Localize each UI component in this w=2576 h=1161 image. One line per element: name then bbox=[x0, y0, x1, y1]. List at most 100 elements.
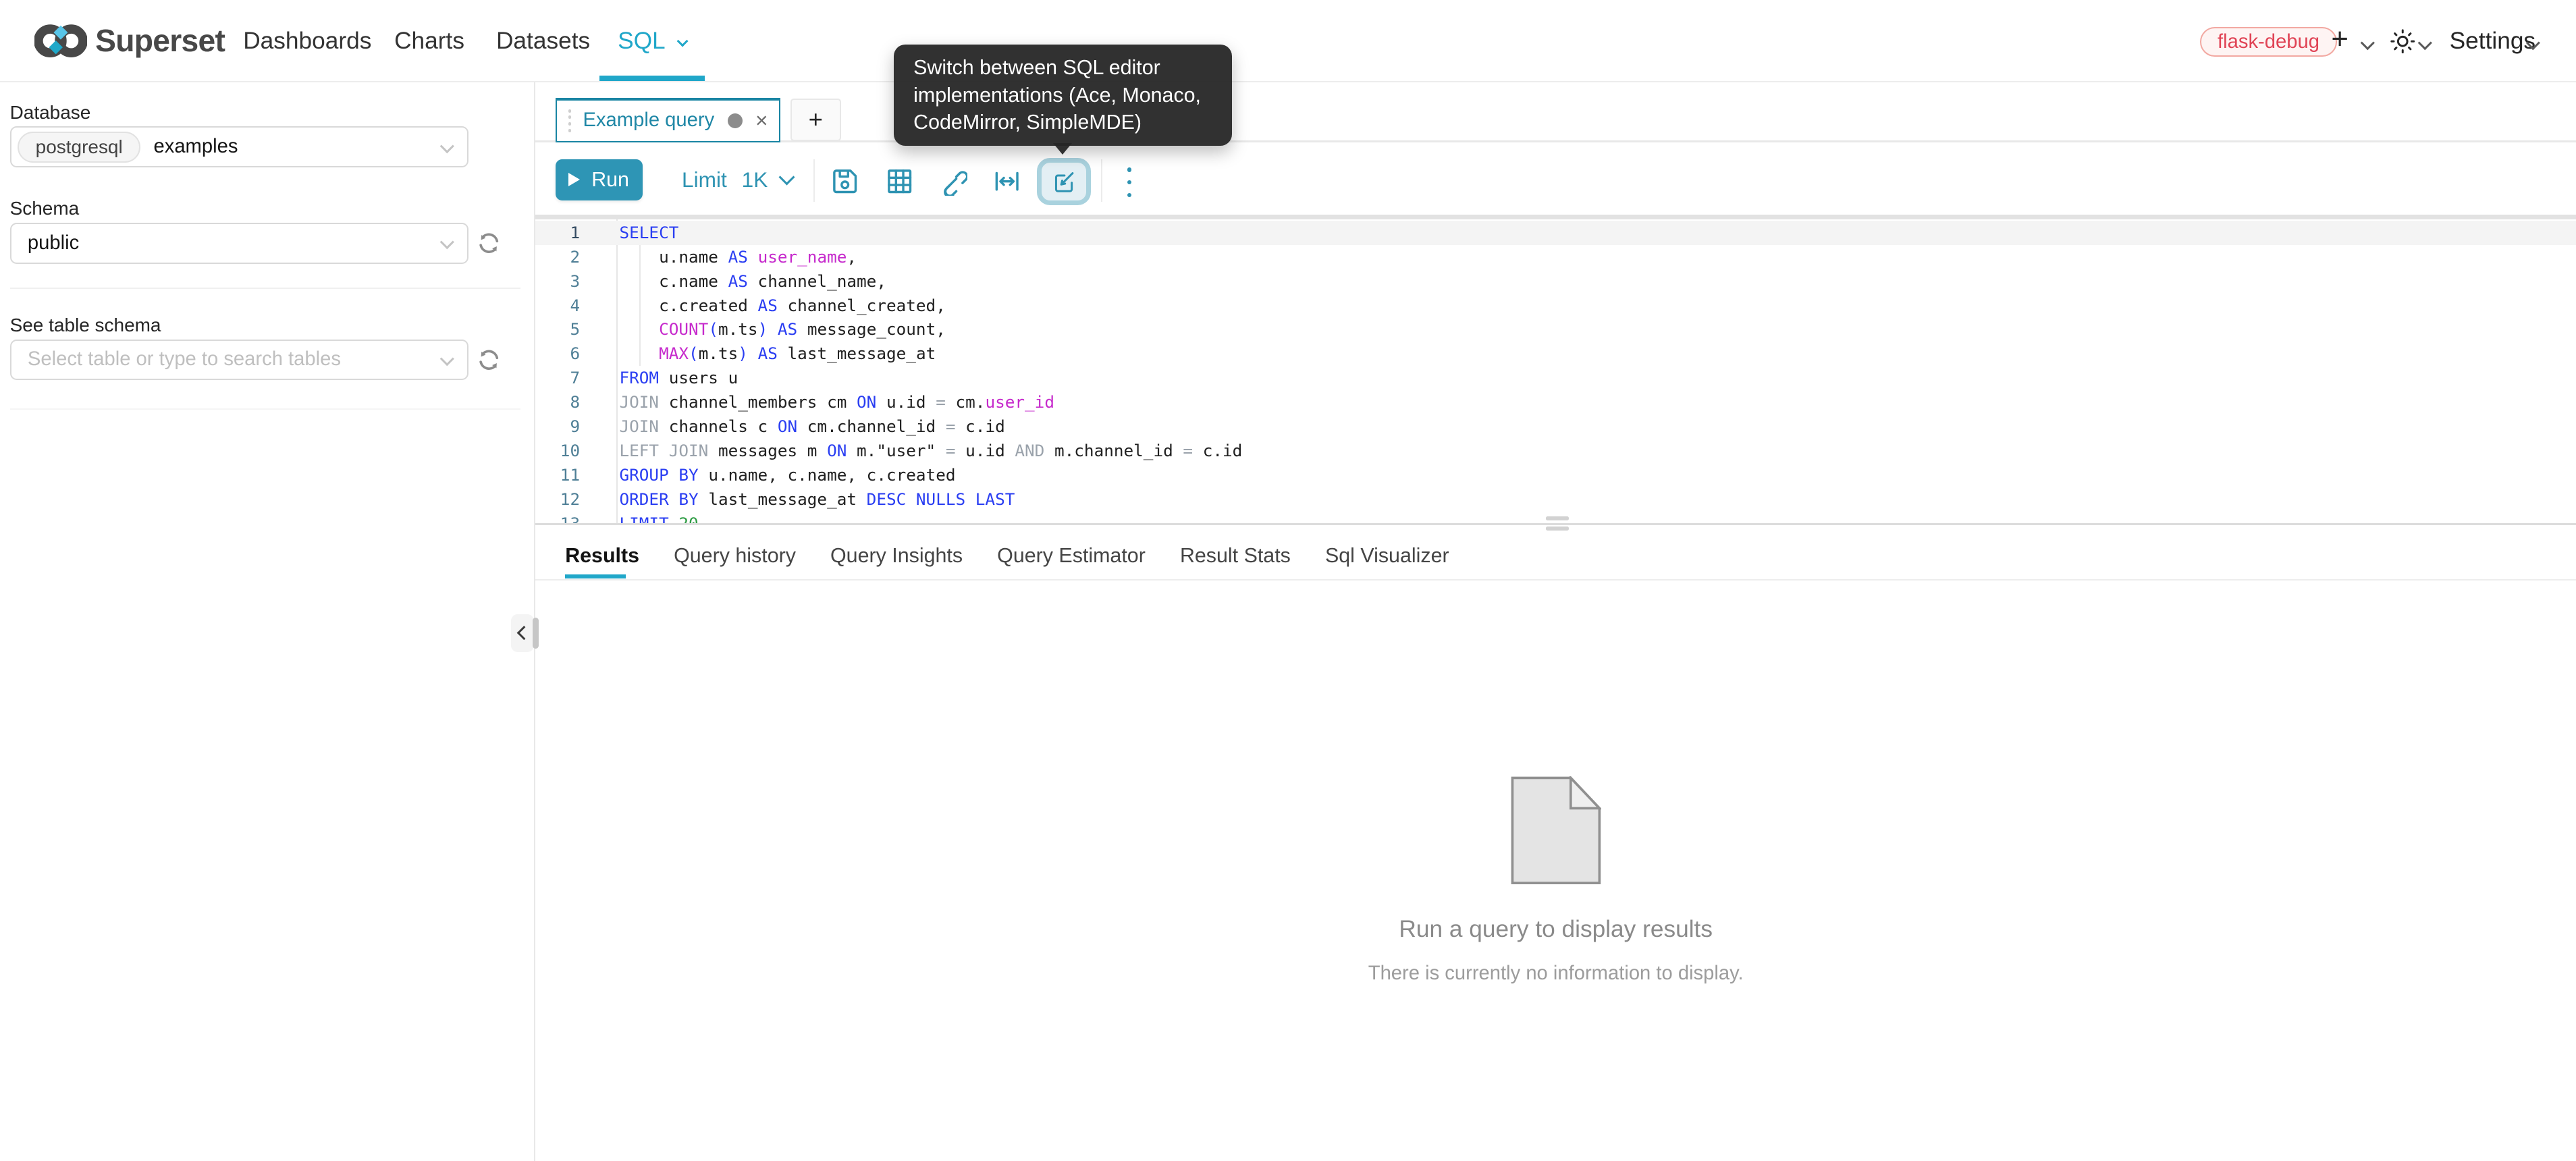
active-results-tab-underline bbox=[565, 574, 626, 578]
save-icon[interactable] bbox=[831, 167, 859, 195]
line-number: 10 bbox=[535, 439, 616, 463]
line-number: 9 bbox=[535, 414, 616, 439]
editor-top-border bbox=[535, 215, 2576, 219]
new-item-button[interactable]: + bbox=[2331, 0, 2349, 82]
schema-value: public bbox=[28, 232, 79, 254]
row-limit-dropdown[interactable]: Limit 1K bbox=[682, 159, 793, 200]
more-icon[interactable] bbox=[1122, 167, 1137, 197]
code-line-10[interactable]: 10LEFT JOIN messages m ON m."user" = u.i… bbox=[535, 439, 2576, 463]
drag-grip-icon[interactable] bbox=[568, 109, 572, 132]
results-tab-sql-visualizer[interactable]: Sql Visualizer bbox=[1325, 543, 1449, 569]
split-drag-handle[interactable] bbox=[1546, 516, 1569, 520]
chevron-down-icon[interactable] bbox=[2361, 36, 2375, 50]
code-text: JOIN channel_members cm ON u.id = cm.use… bbox=[616, 390, 1054, 414]
code-line-11[interactable]: 11GROUP BY u.name, c.name, c.created bbox=[535, 463, 2576, 487]
environment-badge: flask-debug bbox=[2200, 27, 2338, 57]
line-number: 13 bbox=[535, 512, 616, 524]
empty-state-title: Run a query to display results bbox=[535, 916, 2576, 943]
database-label: Database bbox=[10, 102, 91, 124]
nav-item-dashboards[interactable]: Dashboards bbox=[243, 0, 371, 82]
sun-icon[interactable] bbox=[2390, 29, 2415, 54]
sql-lab-page: Superset Dashboards Charts Datasets SQL fla… bbox=[0, 0, 2576, 1161]
refresh-icon[interactable] bbox=[477, 348, 502, 373]
tab-title: Example query bbox=[583, 109, 715, 132]
tabstrip-border bbox=[535, 140, 2576, 142]
navbar: Superset Dashboards Charts Datasets SQL fla… bbox=[0, 0, 2576, 82]
results-tab-result-stats[interactable]: Result Stats bbox=[1180, 543, 1291, 569]
chevron-down-icon[interactable] bbox=[2418, 36, 2432, 50]
chevron-down-icon bbox=[677, 35, 689, 47]
code-line-12[interactable]: 12ORDER BY last_message_at DESC NULLS LA… bbox=[535, 487, 2576, 512]
line-number: 11 bbox=[535, 463, 616, 487]
code-line-8[interactable]: 8JOIN channel_members cm ON u.id = cm.us… bbox=[535, 390, 2576, 414]
format-sql-icon[interactable] bbox=[993, 167, 1021, 195]
line-number: 12 bbox=[535, 487, 616, 512]
indent-guide bbox=[639, 245, 641, 367]
switch-editor-button[interactable] bbox=[1037, 158, 1091, 206]
results-tab-query-history[interactable]: Query history bbox=[674, 543, 796, 569]
active-nav-underline bbox=[599, 76, 705, 80]
chevron-down-icon bbox=[440, 235, 454, 249]
code-text: LIMIT 20 bbox=[616, 512, 699, 524]
results-tab-bar: Results Query history Query Insights Query … bbox=[565, 543, 1449, 569]
code-line-3[interactable]: 3 c.name AS channel_name, bbox=[535, 269, 2576, 294]
chevron-left-icon bbox=[517, 626, 531, 640]
row-limit-value: 1K bbox=[742, 167, 768, 192]
tooltip-arrow bbox=[1053, 143, 1072, 155]
nav-item-sql[interactable]: SQL bbox=[618, 0, 687, 82]
run-query-button[interactable]: Run bbox=[556, 159, 643, 200]
line-number: 5 bbox=[535, 317, 616, 342]
code-line-7[interactable]: 7FROM users u bbox=[535, 366, 2576, 390]
split-divider bbox=[535, 523, 2576, 524]
line-number: 2 bbox=[535, 245, 616, 269]
copy-link-icon[interactable] bbox=[940, 167, 967, 195]
edit-icon bbox=[1052, 169, 1077, 194]
code-line-2[interactable]: 2 u.name AS user_name, bbox=[535, 245, 2576, 269]
divider bbox=[10, 408, 521, 410]
database-type-badge: postgresql bbox=[18, 132, 140, 163]
code-text: COUNT(m.ts) AS message_count, bbox=[616, 317, 946, 342]
database-name: examples bbox=[154, 136, 238, 158]
code-text: ORDER BY last_message_at DESC NULLS LAST bbox=[616, 487, 1015, 512]
empty-state-subtitle: There is currently no information to dis… bbox=[535, 963, 2576, 985]
results-tab-query-estimator[interactable]: Query Estimator bbox=[997, 543, 1146, 569]
split-drag-handle[interactable] bbox=[1546, 526, 1569, 531]
panel-resize-handle[interactable] bbox=[533, 618, 539, 649]
editor-tab-example-query[interactable]: Example query × bbox=[556, 98, 780, 142]
code-line-5[interactable]: 5 COUNT(m.ts) AS message_count, bbox=[535, 317, 2576, 342]
tooltip: Switch between SQL editor implementation… bbox=[894, 45, 1232, 146]
sql-code-editor[interactable]: 1SELECT2 u.name AS user_name,3 c.name AS… bbox=[535, 219, 2576, 523]
nav-item-charts[interactable]: Charts bbox=[394, 0, 464, 82]
settings-menu[interactable]: Settings bbox=[2450, 0, 2535, 82]
brand-name: Superset bbox=[95, 0, 225, 82]
refresh-icon[interactable] bbox=[477, 231, 502, 256]
table-select[interactable]: Select table or type to search tables bbox=[10, 340, 468, 381]
schema-select[interactable]: public bbox=[10, 223, 468, 264]
results-tab-results[interactable]: Results bbox=[565, 543, 639, 569]
results-empty-state: Run a query to display results There is … bbox=[535, 580, 2576, 1161]
line-number: 1 bbox=[535, 221, 616, 245]
code-text: u.name AS user_name, bbox=[616, 245, 857, 269]
play-icon bbox=[568, 173, 580, 186]
results-tab-query-insights[interactable]: Query Insights bbox=[830, 543, 963, 569]
code-line-6[interactable]: 6 MAX(m.ts) AS last_message_at bbox=[535, 342, 2576, 366]
code-line-1[interactable]: 1SELECT bbox=[535, 221, 2576, 245]
code-text: SELECT bbox=[616, 221, 679, 245]
collapse-sidebar-button[interactable] bbox=[511, 614, 534, 652]
schema-browser-panel: Database postgresql examples Schema publ… bbox=[0, 82, 534, 1161]
chevron-down-icon bbox=[440, 139, 454, 153]
line-number: 8 bbox=[535, 390, 616, 414]
database-select[interactable]: postgresql examples bbox=[10, 126, 468, 167]
add-tab-button[interactable]: + bbox=[790, 99, 841, 141]
code-line-9[interactable]: 9JOIN channels c ON cm.channel_id = c.id bbox=[535, 414, 2576, 439]
close-icon[interactable]: × bbox=[755, 112, 768, 128]
empty-document-icon bbox=[1511, 776, 1601, 885]
code-text: c.created AS channel_created, bbox=[616, 294, 946, 318]
code-text: MAX(m.ts) AS last_message_at bbox=[616, 342, 936, 366]
results-table-icon[interactable] bbox=[886, 167, 913, 195]
code-text: GROUP BY u.name, c.name, c.created bbox=[616, 463, 956, 487]
nav-item-datasets[interactable]: Datasets bbox=[496, 0, 590, 82]
chevron-down-icon bbox=[778, 169, 795, 186]
divider bbox=[10, 288, 521, 289]
code-line-4[interactable]: 4 c.created AS channel_created, bbox=[535, 294, 2576, 318]
